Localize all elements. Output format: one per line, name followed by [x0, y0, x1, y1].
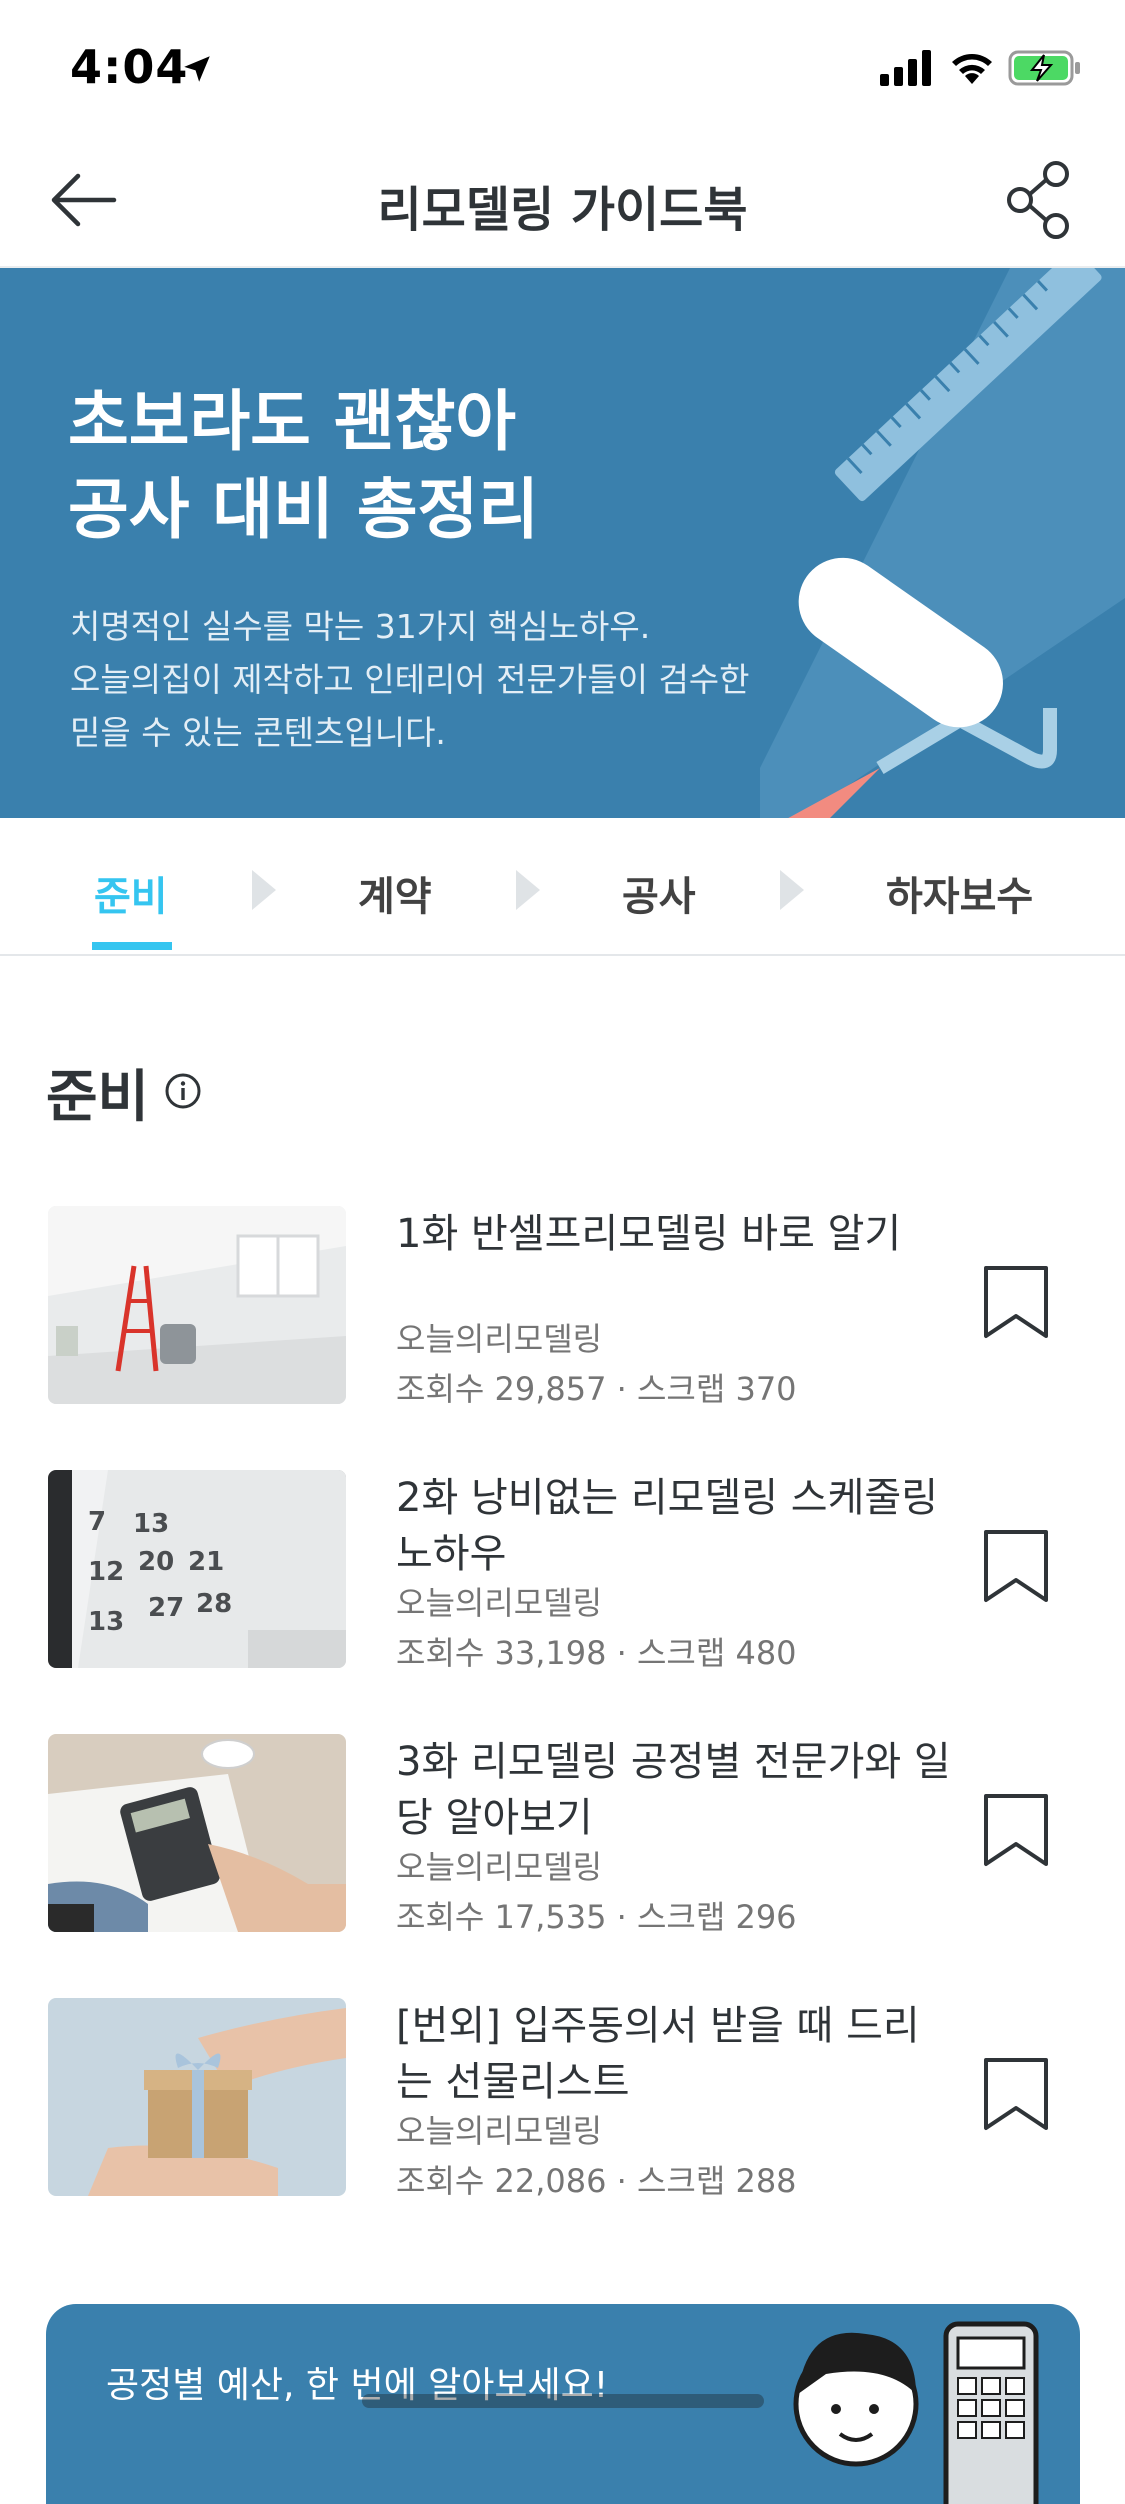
home-indicator — [362, 2394, 764, 2408]
article-thumbnail — [48, 1998, 346, 2196]
tab-defect-repair[interactable]: 하자보수 — [886, 864, 1033, 922]
chevron-right-icon — [252, 870, 276, 910]
person-calculator-illustration — [793, 2321, 1039, 2504]
svg-text:13: 13 — [88, 1607, 124, 1637]
bookmark-icon[interactable] — [980, 2056, 1052, 2132]
article-stats: 조회수 17,535 · 스크랩 296 — [396, 1898, 797, 1936]
info-icon[interactable] — [164, 1072, 202, 1110]
wifi-icon — [952, 54, 992, 84]
tab-prepare[interactable]: 준비 — [94, 864, 168, 922]
tab-contract[interactable]: 계약 — [358, 864, 432, 922]
article-author: 오늘의리모델링 — [396, 1320, 603, 1358]
svg-text:20: 20 — [138, 1547, 174, 1577]
article-title[interactable]: 1화 반셀프리모델링 바로 알기 — [396, 1206, 956, 1262]
article-stats: 조회수 22,086 · 스크랩 288 — [396, 2162, 797, 2200]
banner-title-line2: 공사 대비 총정리 — [68, 471, 539, 548]
article-thumbnail: 7 13 12 20 21 13 27 28 — [48, 1470, 346, 1668]
share-icon[interactable] — [1000, 158, 1080, 242]
svg-text:28: 28 — [196, 1589, 232, 1619]
cellular-signal-icon — [880, 50, 931, 86]
bookmark-icon[interactable] — [980, 1264, 1052, 1340]
article-stats: 조회수 33,198 · 스크랩 480 — [396, 1634, 797, 1672]
banner-desc-line1: 치명적인 실수를 막는 31가지 핵심노하우. — [70, 607, 651, 646]
svg-text:12: 12 — [88, 1557, 124, 1587]
article-thumbnail — [48, 1206, 346, 1404]
article-title[interactable]: 3화 리모델링 공정별 전문가와 일당 알아보기 — [396, 1734, 956, 1846]
article-title[interactable]: [번외] 입주동의서 받을 때 드리는 선물리스트 — [396, 1998, 956, 2110]
article-author: 오늘의리모델링 — [396, 2112, 603, 2150]
banner-title-line1: 초보라도 괜찮아 — [68, 383, 517, 460]
location-arrow-icon — [184, 56, 210, 82]
svg-text:7: 7 — [88, 1507, 106, 1537]
chevron-right-icon — [780, 870, 804, 910]
article-author: 오늘의리모델링 — [396, 1848, 603, 1886]
section-title: 준비 — [46, 1065, 150, 1130]
tab-construction[interactable]: 공사 — [622, 864, 696, 922]
guide-list-item[interactable]: 3화 리모델링 공정별 전문가와 일당 알아보기 오늘의리모델링 조회수 17,… — [0, 1734, 1125, 1936]
step-tabs: 준비 계약 공사 하자보수 — [0, 818, 1125, 956]
hero-banner: 초보라도 괜찮아 공사 대비 총정리 치명적인 실수를 막는 31가지 핵심노하… — [0, 268, 1125, 818]
article-thumbnail — [48, 1734, 346, 1932]
guide-list-item[interactable]: 1화 반셀프리모델링 바로 알기 오늘의리모델링 조회수 29,857 · 스크… — [0, 1206, 1125, 1408]
guide-list-item[interactable]: 7 13 12 20 21 13 27 28 2화 낭비없는 리모델링 스케줄링 노하우 … — [0, 1470, 1125, 1672]
banner-description: 치명적인 실수를 막는 31가지 핵심노하우. 오늘의집이 제작하고 인테리어 … — [70, 600, 830, 759]
chevron-right-icon — [516, 870, 540, 910]
page-title: 리모델링 가이드북 — [377, 182, 748, 238]
svg-text:21: 21 — [188, 1547, 224, 1577]
svg-text:27: 27 — [148, 1593, 184, 1623]
banner-desc-line2: 오늘의집이 제작하고 인테리어 전문가들이 검수한 — [70, 660, 750, 699]
status-bar: 4:04 — [0, 0, 1125, 132]
bookmark-icon[interactable] — [980, 1792, 1052, 1868]
battery-charging-icon — [1008, 50, 1080, 86]
status-time: 4:04 — [70, 40, 189, 94]
bookmark-icon[interactable] — [980, 1528, 1052, 1604]
svg-text:13: 13 — [133, 1509, 169, 1539]
guide-list-item[interactable]: [번외] 입주동의서 받을 때 드리는 선물리스트 오늘의리모델링 조회수 22… — [0, 1998, 1125, 2200]
article-title[interactable]: 2화 낭비없는 리모델링 스케줄링 노하우 — [396, 1470, 956, 1582]
banner-desc-line3: 믿을 수 있는 콘텐츠입니다. — [70, 713, 446, 752]
banner-title: 초보라도 괜찮아 공사 대비 총정리 — [68, 378, 539, 554]
active-tab-indicator — [92, 942, 172, 950]
navigation-bar: 리모델링 가이드북 — [0, 132, 1125, 268]
article-stats: 조회수 29,857 · 스크랩 370 — [396, 1370, 797, 1408]
article-author: 오늘의리모델링 — [396, 1584, 603, 1622]
